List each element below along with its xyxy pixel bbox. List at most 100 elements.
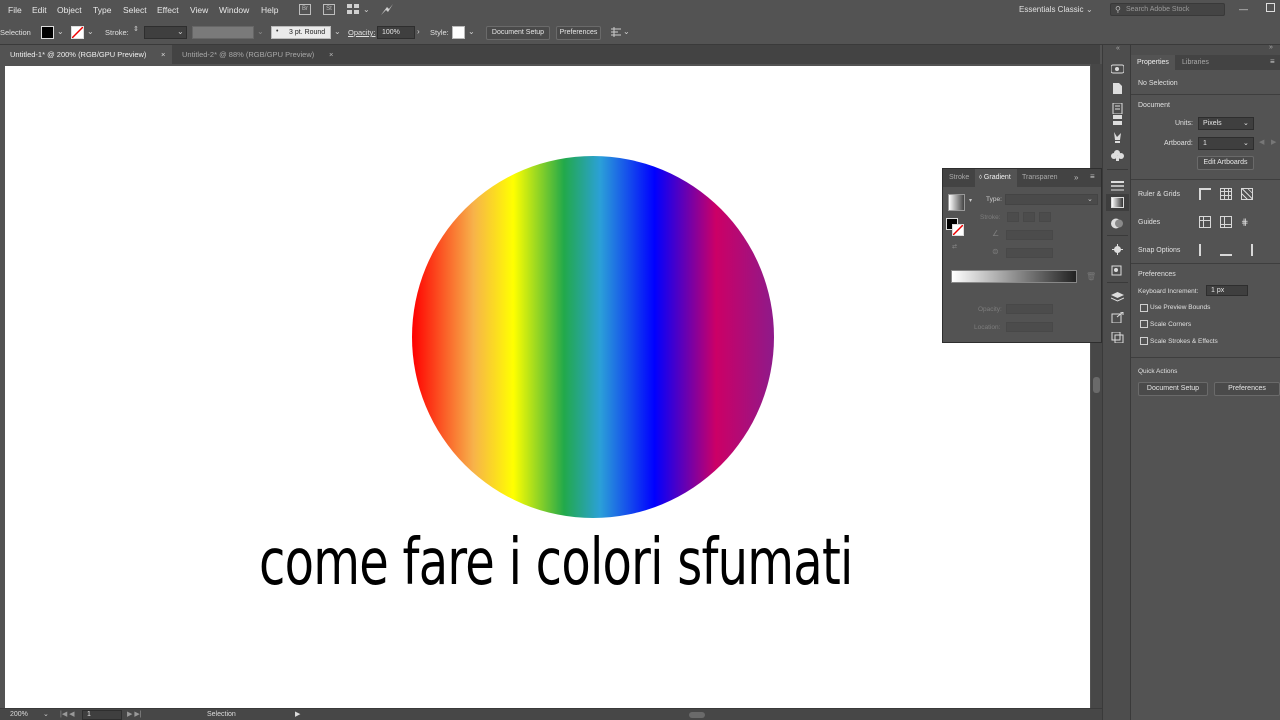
bridge-icon[interactable]: Br [299,4,311,15]
chevron-down-icon[interactable]: ⌄ [177,27,184,36]
libraries-icon[interactable] [1111,115,1124,126]
close-icon[interactable]: × [161,45,165,64]
chevron-down-icon[interactable]: ⌄ [363,5,370,14]
preferences-button[interactable]: Preferences [1214,382,1280,396]
graphic-style-swatch[interactable] [452,26,465,39]
menu-help[interactable]: Help [261,5,278,15]
artboards-icon[interactable] [1111,331,1124,344]
brushes-icon[interactable] [1111,102,1124,115]
next-artboard-icon[interactable]: ▶ ▶| [127,710,142,718]
club-icon[interactable] [1111,150,1124,161]
menu-select[interactable]: Select [123,5,147,15]
chevron-down-icon[interactable]: ▾ [969,197,972,204]
use-preview-bounds-checkbox[interactable] [1140,304,1148,312]
appearance-icon[interactable] [1111,244,1124,255]
maximize-icon[interactable] [1266,3,1275,12]
tab-gradient[interactable]: ◊ Gradient [975,169,1017,187]
tab-untitled-2[interactable]: Untitled-2* @ 88% (RGB/GPU Preview) × [172,45,344,64]
stroke-swatch[interactable] [71,26,84,39]
menu-type[interactable]: Type [93,5,111,15]
artboard-select[interactable]: 1 ⌄ [1198,137,1254,150]
chevron-down-icon[interactable]: ⌄ [334,27,341,36]
gradient-panel-tab[interactable] [1106,194,1129,211]
previous-artboard-icon[interactable]: |◀ ◀ [60,710,75,718]
chevron-down-icon[interactable]: ⌄ [57,27,64,36]
stroke-stepper-icon[interactable]: ⇕ [133,25,139,33]
horizontal-scroll-thumb[interactable] [689,712,705,718]
gradient-type-select[interactable]: ⌄ [1005,194,1098,205]
status-menu-icon[interactable]: ▶ [295,710,300,718]
arrange-documents-icon[interactable] [347,4,359,14]
swatches-icon[interactable] [1110,63,1125,74]
smart-guides-icon[interactable]: ⋕ [1241,216,1253,228]
preferences-button[interactable]: Preferences [556,26,601,40]
layers-icon[interactable] [1110,292,1125,303]
menu-window[interactable]: Window [219,5,249,15]
document-setup-button[interactable]: Document Setup [1138,382,1208,396]
tab-libraries[interactable]: Libraries [1182,59,1209,66]
arrange-icon[interactable] [611,27,621,37]
stock-search-field[interactable]: ⚲ Search Adobe Stock [1110,3,1225,16]
panel-menu-icon[interactable]: ≡ [1270,57,1275,66]
edit-artboards-button[interactable]: Edit Artboards [1197,156,1254,170]
menu-effect[interactable]: Effect [157,5,179,15]
stroke-panel-icon[interactable] [1111,180,1124,191]
gradient-circle[interactable] [412,156,774,518]
chevron-right-icon[interactable]: › [417,27,420,36]
transparency-icon[interactable] [1111,218,1124,229]
stock-icon[interactable]: St [323,4,335,15]
chevron-down-icon[interactable]: ⌄ [87,27,94,36]
scale-corners-checkbox[interactable] [1140,320,1148,328]
menu-view[interactable]: View [190,5,208,15]
vertical-scrollbar[interactable] [1091,64,1102,708]
document-icon[interactable] [1111,83,1124,94]
snap-to-glyph-icon[interactable] [1241,244,1253,256]
document-setup-button[interactable]: Document Setup [486,26,550,40]
grid-icon[interactable] [1220,188,1232,200]
snap-to-pixel-icon[interactable] [1220,244,1232,256]
menu-object[interactable]: Object [57,5,82,15]
minimize-icon[interactable]: — [1239,4,1248,14]
chevron-down-icon[interactable]: ⌄ [43,710,49,718]
tab-properties[interactable]: Properties [1131,55,1175,70]
tab-untitled-1[interactable]: Untitled-1* @ 200% (RGB/GPU Preview) × [0,45,172,64]
artboard-number-field[interactable]: 1 [82,710,122,720]
brush-definition-field[interactable]: • 3 pt. Round [271,26,331,39]
variable-width-profile[interactable] [192,26,254,39]
canvas-area[interactable]: come fare i colori sfumati [0,64,1102,708]
scroll-thumb[interactable] [1093,377,1100,393]
workspace-switcher[interactable]: Essentials Classic [1019,5,1083,14]
zoom-level[interactable]: 200% [10,711,28,718]
menu-file[interactable]: File [8,5,22,15]
expand-icon[interactable]: » [1074,173,1078,182]
close-icon[interactable]: × [329,45,333,64]
gradient-preview-swatch[interactable] [948,194,965,211]
snap-to-point-icon[interactable] [1199,244,1211,256]
chevron-down-icon[interactable]: ⌄ [468,27,475,36]
export-icon[interactable] [1111,311,1124,324]
stroke-swatch[interactable] [952,224,964,236]
ruler-icon[interactable] [1199,188,1211,200]
symbols-icon[interactable] [1111,132,1124,143]
keyboard-increment-field[interactable]: 1 px [1206,285,1248,296]
graphic-styles-icon[interactable] [1111,265,1124,276]
opacity-label[interactable]: Opacity: [348,28,376,37]
artboard[interactable]: come fare i colori sfumati [5,66,1090,708]
collapse-icon[interactable]: » [1269,44,1273,51]
caption-text[interactable]: come fare i colori sfumati [259,526,853,600]
tab-transparency[interactable]: Transparen [1022,169,1058,187]
transparency-grid-icon[interactable] [1241,188,1253,200]
scale-strokes-effects-checkbox[interactable] [1140,337,1148,345]
opacity-field[interactable]: 100% [377,26,415,39]
gradient-slider[interactable] [951,270,1077,283]
lock-guides-icon[interactable] [1220,216,1232,228]
gpu-performance-icon[interactable] [380,3,394,16]
fill-swatch[interactable] [41,26,54,39]
menu-edit[interactable]: Edit [32,5,47,15]
tab-stroke[interactable]: Stroke [949,169,969,187]
show-guides-icon[interactable] [1199,216,1211,228]
collapse-icon[interactable]: « [1116,45,1120,52]
units-select[interactable]: Pixels ⌄ [1198,117,1254,130]
chevron-down-icon[interactable]: ⌄ [623,27,630,36]
panel-menu-icon[interactable]: ≡ [1090,172,1095,181]
